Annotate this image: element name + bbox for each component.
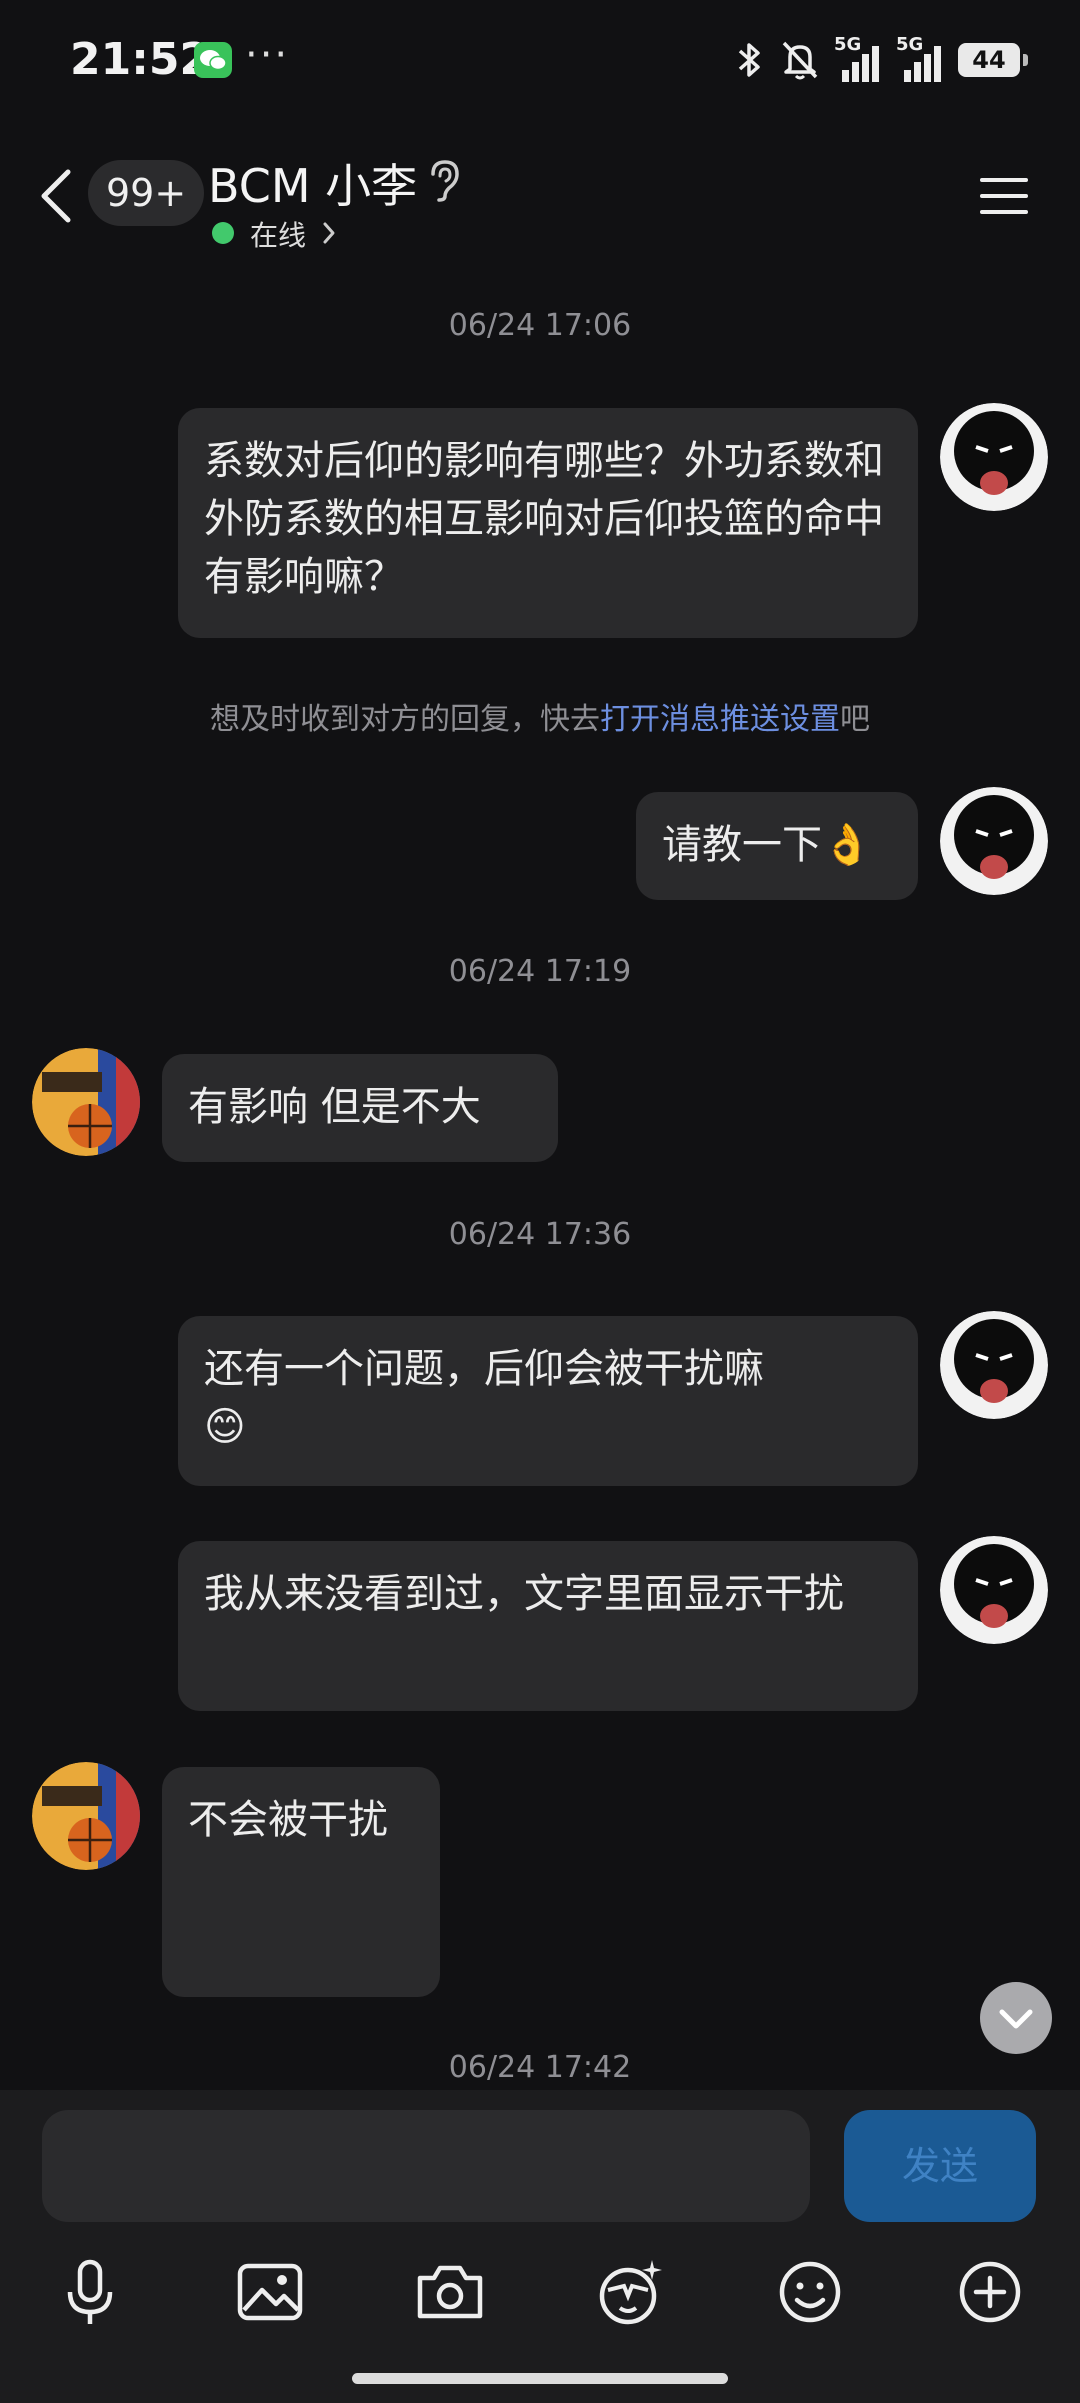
my-avatar[interactable] <box>940 403 1048 511</box>
more-notifications-icon: ··· <box>245 32 290 78</box>
microphone-icon[interactable] <box>50 2252 130 2332</box>
battery-icon: 44 <box>958 43 1028 77</box>
message-text: 请教一下 <box>662 822 822 868</box>
message-text: 不会被干扰 <box>188 1797 388 1843</box>
my-avatar[interactable] <box>940 787 1048 895</box>
scroll-to-bottom-button[interactable] <box>980 1982 1052 2054</box>
chat-screen: 21:52 ··· 5G 5G 44 99+ BCM 小李 在线 06/24 1… <box>0 0 1080 2403</box>
image-icon[interactable] <box>230 2252 310 2332</box>
send-button[interactable]: 发送 <box>844 2110 1036 2222</box>
message-text: 我从来没看到过，文字里面显示干扰 <box>204 1571 844 1617</box>
chevron-right-icon[interactable] <box>322 220 336 246</box>
status-icons: 5G 5G 44 <box>734 34 1028 84</box>
push-notification-tip: 想及时收到对方的回复，快去打开消息推送设置吧 <box>0 694 1080 738</box>
message-bubble-sent[interactable]: 请教一下👌 <box>636 792 918 900</box>
message-bubble-sent[interactable]: 系数对后仰的影响有哪些？外功系数和外防系数的相互影响对后仰投篮的命中有影响嘛？ <box>178 408 918 638</box>
message-text: 还有一个问题，后仰会被干扰嘛 <box>204 1346 764 1392</box>
home-indicator[interactable] <box>352 2373 728 2384</box>
message-bubble-sent[interactable]: 还有一个问题，后仰会被干扰嘛 😊 <box>178 1316 918 1486</box>
mute-icon <box>782 41 818 80</box>
smile-emoji: 😊 <box>204 1404 246 1450</box>
message-bubble-received[interactable]: 不会被干扰 <box>162 1767 440 1997</box>
contact-name[interactable]: BCM 小李 <box>208 150 417 216</box>
contact-avatar[interactable] <box>32 1048 140 1156</box>
input-area: 发送 <box>0 2090 1080 2403</box>
ok-hand-emoji: 👌 <box>822 822 872 868</box>
online-status[interactable]: 在线 <box>250 214 306 254</box>
menu-icon[interactable] <box>980 174 1030 218</box>
message-text: 系数对后仰的影响有哪些？外功系数和外防系数的相互影响对后仰投篮的命中有影响嘛？ <box>204 438 884 600</box>
message-bubble-received[interactable]: 有影响 但是不大 <box>162 1054 558 1162</box>
contact-avatar[interactable] <box>32 1762 140 1870</box>
ear-icon[interactable] <box>425 158 461 202</box>
plus-icon[interactable] <box>950 2252 1030 2332</box>
status-time: 21:52 <box>70 34 211 85</box>
status-bar: 21:52 ··· 5G 5G 44 <box>0 0 1080 120</box>
bluetooth-icon <box>738 43 760 77</box>
timestamp: 06/24 17:42 <box>448 2050 632 2085</box>
tip-text-end: 吧 <box>840 702 870 737</box>
message-text: 有影响 但是不大 <box>188 1084 481 1130</box>
wechat-icon <box>194 42 232 78</box>
back-arrow-icon[interactable] <box>36 166 76 226</box>
open-push-settings-link[interactable]: 打开消息推送设置 <box>600 702 840 737</box>
camera-icon[interactable] <box>410 2252 490 2332</box>
my-avatar[interactable] <box>940 1536 1048 1644</box>
emoji-icon[interactable] <box>770 2252 850 2332</box>
tip-text: 想及时收到对方的回复，快去 <box>210 702 600 737</box>
message-input[interactable] <box>42 2110 810 2222</box>
chat-header: 99+ BCM 小李 在线 <box>0 130 1080 270</box>
message-bubble-sent[interactable]: 我从来没看到过，文字里面显示干扰 <box>178 1541 918 1711</box>
signal-icon: 5G <box>896 34 944 82</box>
timestamp: 06/24 17:06 <box>448 308 632 343</box>
timestamp: 06/24 17:19 <box>448 954 632 989</box>
timestamp: 06/24 17:36 <box>448 1217 632 1252</box>
signal-icon: 5G <box>834 34 882 82</box>
unread-count-badge[interactable]: 99+ <box>88 160 205 226</box>
chevron-down-icon <box>999 2009 1033 2029</box>
network-type-1: 5G <box>834 34 862 55</box>
sticker-face-icon[interactable] <box>590 2252 670 2332</box>
online-indicator-dot <box>212 222 234 244</box>
my-avatar[interactable] <box>940 1311 1048 1419</box>
network-type-2: 5G <box>896 34 924 55</box>
